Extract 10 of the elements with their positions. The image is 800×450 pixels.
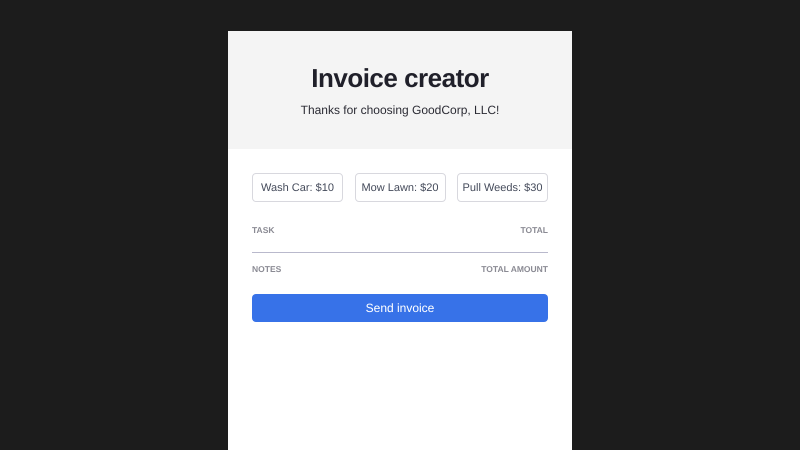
- notes-label: NOTES: [252, 264, 282, 274]
- service-button[interactable]: Pull Weeds: $30: [457, 173, 548, 202]
- send-invoice-button[interactable]: Send invoice: [252, 294, 548, 322]
- service-button[interactable]: Wash Car: $10: [252, 173, 343, 202]
- service-button[interactable]: Mow Lawn: $20: [354, 173, 446, 202]
- page-subtitle: Thanks for choosing GoodCorp, LLC!: [300, 103, 500, 117]
- column-header: TASK: [252, 225, 275, 235]
- page-title: Invoice creator: [311, 63, 489, 94]
- total-amount-label: TOTAL AMOUNT: [481, 264, 548, 274]
- column-header: TOTAL: [520, 225, 548, 235]
